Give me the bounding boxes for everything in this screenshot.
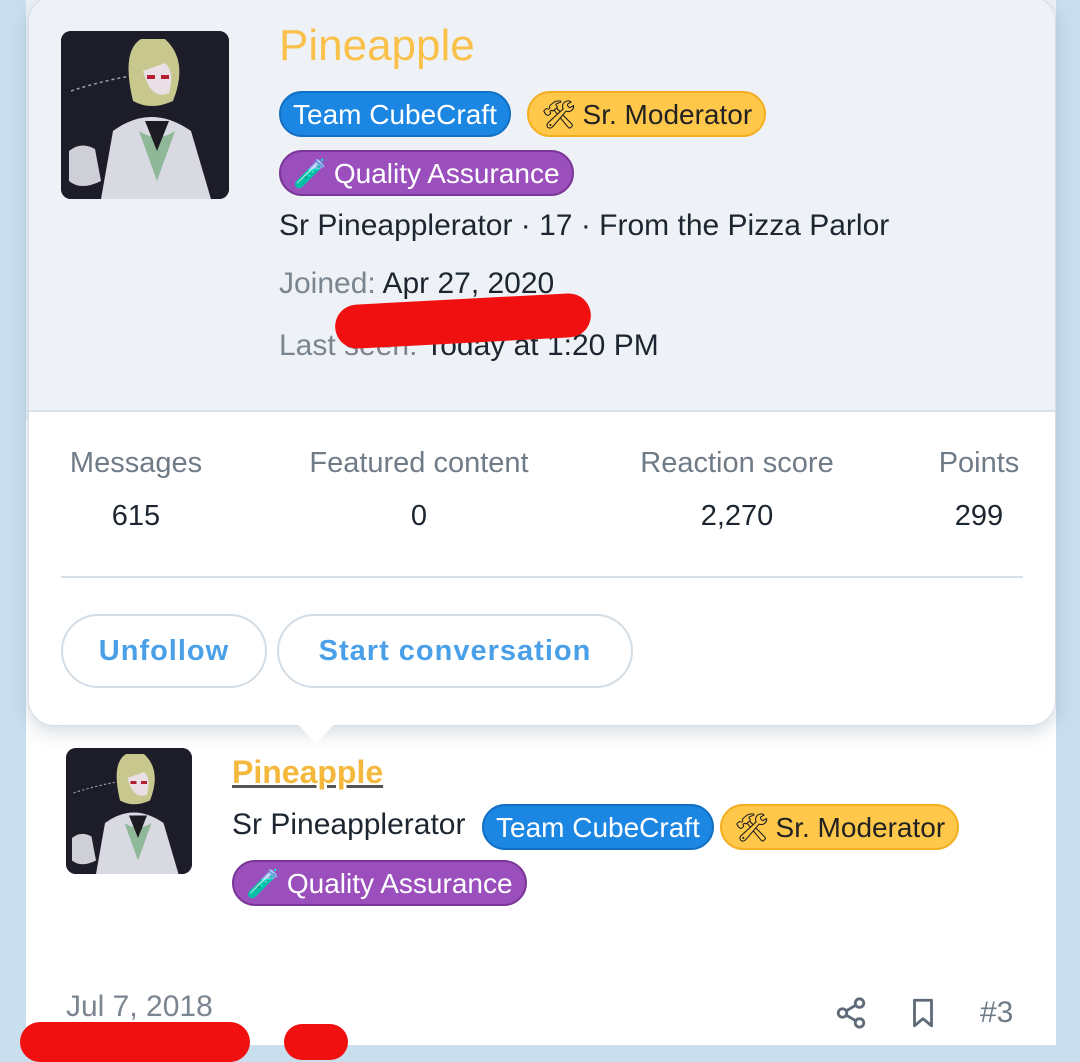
badge-sr-moderator: 🛠 Sr. Moderator xyxy=(527,91,767,137)
unfollow-button[interactable]: Unfollow xyxy=(61,614,267,688)
test-tube-icon: 🧪 xyxy=(293,158,328,189)
start-conversation-button[interactable]: Start conversation xyxy=(277,614,633,688)
post-author-title: Sr Pineapplerator xyxy=(232,808,466,841)
tools-icon: 🛠 xyxy=(734,812,770,843)
bookmark-button[interactable] xyxy=(906,996,940,1035)
share-icon xyxy=(836,997,866,1029)
stats-divider xyxy=(61,576,1023,578)
badge-quality-assurance: 🧪 Quality Assurance xyxy=(232,860,527,906)
member-username[interactable]: Pineapple xyxy=(279,21,475,71)
avatar-image xyxy=(66,748,192,874)
avatar-image xyxy=(61,31,229,199)
post-author-username[interactable]: Pineapple xyxy=(232,754,383,791)
stat-reaction-score[interactable]: Reaction score 2,270 xyxy=(627,447,847,533)
redaction-mark xyxy=(20,1022,250,1062)
badge-team-cubecraft: Team CubeCraft xyxy=(279,91,511,137)
member-avatar[interactable] xyxy=(61,31,229,199)
badge-sr-moderator: 🛠 Sr. Moderator xyxy=(720,804,960,850)
stat-points[interactable]: Points 299 xyxy=(929,447,1029,533)
member-tooltip-card: Pineapple Team CubeCraft 🛠 Sr. Moderator … xyxy=(28,0,1056,726)
test-tube-icon: 🧪 xyxy=(246,868,281,899)
tooltip-pointer xyxy=(290,716,342,744)
badge-team-cubecraft: Team CubeCraft xyxy=(482,804,714,850)
post-date[interactable]: Jul 7, 2018 xyxy=(66,990,213,1024)
stat-featured-content[interactable]: Featured content 0 xyxy=(299,447,539,533)
share-button[interactable] xyxy=(834,996,868,1035)
stat-messages[interactable]: Messages 615 xyxy=(61,447,211,533)
redaction-mark xyxy=(284,1024,348,1060)
badge-quality-assurance: 🧪 Quality Assurance xyxy=(279,150,574,196)
member-tagline: Sr Pineapplerator · 17 · From the Pizza … xyxy=(279,209,890,242)
tools-icon: 🛠 xyxy=(541,99,577,130)
post-author-avatar[interactable] xyxy=(66,748,192,874)
bookmark-icon xyxy=(913,998,933,1028)
post-number-link[interactable]: #3 xyxy=(980,996,1013,1030)
